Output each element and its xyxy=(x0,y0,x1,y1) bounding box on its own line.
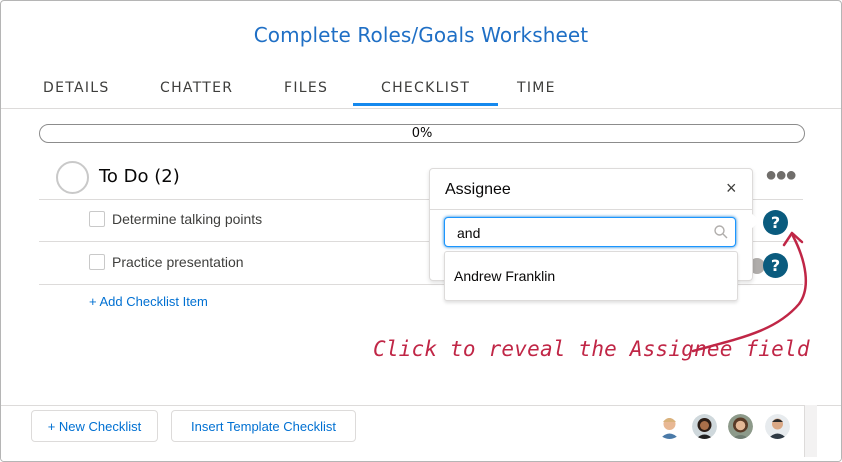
add-checklist-item-link[interactable]: + Add Checklist Item xyxy=(89,294,208,309)
close-icon[interactable]: × xyxy=(726,178,737,199)
annotation-callout: Click to reveal the Assignee field xyxy=(373,337,810,361)
tab-chatter[interactable]: CHATTER xyxy=(160,80,233,96)
checkbox-item-2[interactable] xyxy=(89,254,105,270)
avatar[interactable] xyxy=(728,414,753,439)
checklist-item-label[interactable]: Determine talking points xyxy=(112,211,262,227)
checklist-item-label[interactable]: Practice presentation xyxy=(112,254,244,270)
assignee-result-option[interactable]: Andrew Franklin xyxy=(454,268,555,284)
assignee-search-value: and xyxy=(457,225,481,241)
progress-bar: 0% xyxy=(39,124,805,143)
insert-template-checklist-button[interactable]: Insert Template Checklist xyxy=(171,410,356,442)
tab-checklist[interactable]: CHECKLIST xyxy=(352,80,499,106)
avatar[interactable] xyxy=(765,414,790,439)
new-checklist-button[interactable]: + New Checklist xyxy=(31,410,158,442)
progress-label: 0% xyxy=(411,126,433,141)
tab-time[interactable]: TIME xyxy=(517,80,556,96)
task-panel: Complete Roles/Goals Worksheet DETAILS C… xyxy=(0,0,842,462)
avatar[interactable] xyxy=(657,414,682,439)
page-title: Complete Roles/Goals Worksheet xyxy=(253,23,589,47)
footer-scroll-edge xyxy=(804,405,817,457)
tab-bar: DETAILS CHATTER FILES CHECKLIST TIME xyxy=(1,68,841,109)
avatar[interactable] xyxy=(692,414,717,439)
checkbox-item-1[interactable] xyxy=(89,211,105,227)
checklist-title: To Do (2) xyxy=(99,166,180,187)
checklist-progress-ring-icon xyxy=(56,161,89,194)
assignee-popover-title: Assignee xyxy=(445,181,511,198)
more-options-icon[interactable]: ●●● xyxy=(765,165,797,185)
tab-details[interactable]: DETAILS xyxy=(43,80,110,96)
tab-files[interactable]: FILES xyxy=(284,80,328,96)
divider xyxy=(430,209,752,210)
